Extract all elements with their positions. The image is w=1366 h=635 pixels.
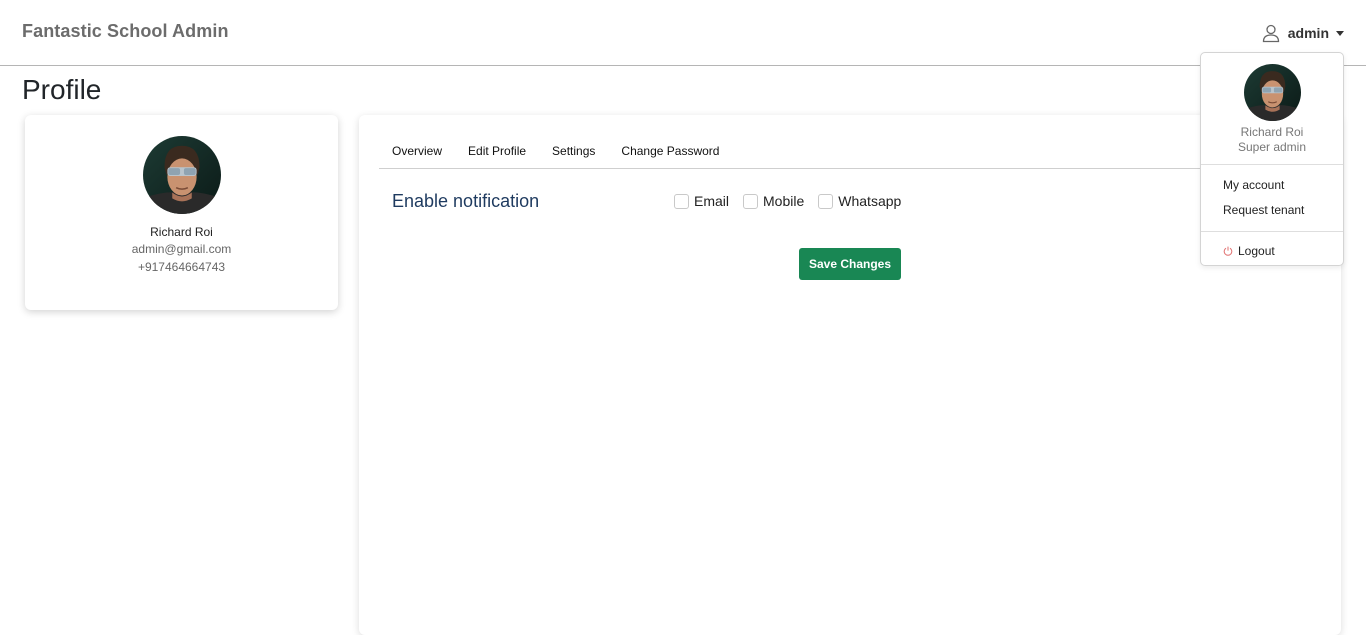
user-menu-label: admin [1287, 25, 1329, 41]
menu-item-my-account[interactable]: My account [1201, 178, 1343, 193]
save-changes-button[interactable]: Save Changes [799, 248, 901, 280]
profile-avatar [143, 136, 221, 214]
whatsapp-option[interactable]: Whatsapp [818, 193, 901, 209]
mobile-checkbox[interactable] [743, 193, 759, 209]
notification-label: Enable notification [392, 191, 540, 211]
profile-email: admin@gmail.com [131, 242, 232, 256]
menu-item-request-tenant[interactable]: Request tenant [1201, 203, 1343, 218]
tab-settings[interactable]: Settings [539, 144, 608, 168]
whatsapp-checkbox[interactable] [818, 193, 834, 209]
logout-label: Logout [1238, 244, 1275, 258]
notification-options: Email Mobile Whatsapp [674, 193, 915, 209]
profile-tabs: Overview Edit Profile Settings Change Pa… [379, 144, 1341, 169]
user-dropdown-menu: Richard Roi Super admin My account Reque… [1200, 52, 1344, 266]
page-title: Profile [22, 74, 102, 105]
user-icon [1262, 24, 1279, 43]
email-checkbox[interactable] [674, 193, 689, 209]
notification-row: Enable notification Email Mobile Whatsap… [392, 191, 1321, 215]
profile-card: Richard Roi admin@gmail.com +91746466474… [25, 115, 338, 310]
email-option[interactable]: Email [674, 193, 729, 209]
power-icon [1223, 246, 1233, 256]
dropdown-user-name: Richard Roi [1240, 125, 1304, 139]
tab-overview[interactable]: Overview [379, 144, 455, 168]
profile-phone: +917464664743 [137, 259, 226, 274]
user-menu-toggle[interactable]: admin [1261, 22, 1344, 44]
profile-name: Richard Roi [150, 225, 213, 239]
caret-down-icon [1336, 30, 1344, 36]
mobile-option-label: Mobile [763, 193, 805, 209]
email-option-label: Email [694, 193, 730, 209]
menu-item-logout[interactable]: Logout [1201, 244, 1343, 258]
tab-change-password[interactable]: Change Password [608, 144, 732, 168]
mobile-option[interactable]: Mobile [743, 193, 804, 209]
top-navbar: Fantastic School Admin admin [0, 0, 1366, 66]
whatsapp-option-label: Whatsapp [838, 193, 902, 209]
dropdown-divider [1201, 231, 1343, 232]
dropdown-divider [1201, 164, 1343, 165]
dropdown-avatar [1244, 64, 1301, 121]
brand-title[interactable]: Fantastic School Admin [22, 21, 229, 42]
dropdown-user-role: Super admin [1237, 140, 1307, 154]
settings-card: Overview Edit Profile Settings Change Pa… [359, 115, 1341, 635]
tab-edit-profile[interactable]: Edit Profile [455, 144, 539, 168]
